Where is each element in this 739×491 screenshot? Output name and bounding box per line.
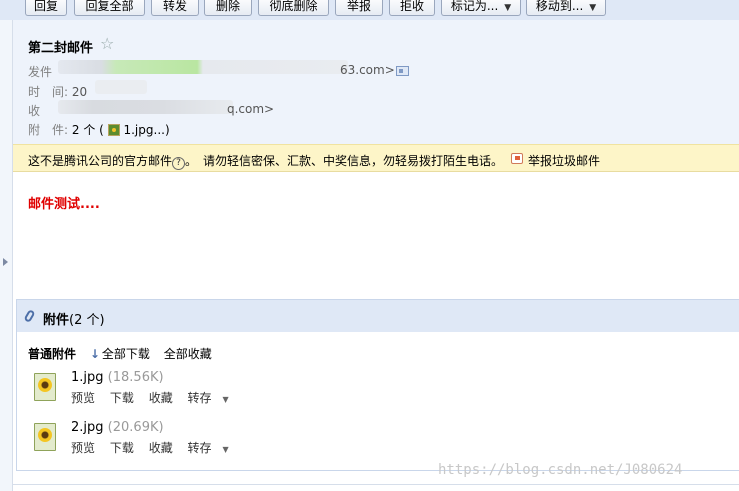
normal-attachments-label: 普通附件 <box>28 347 77 361</box>
chevron-down-icon: ▼ <box>589 3 597 13</box>
chevron-down-icon: ▼ <box>222 395 229 404</box>
from-value: 63.com> <box>340 63 395 77</box>
redacted-time <box>95 80 147 94</box>
attachments-subheader: 普通附件 ↓ 全部下载 全部收藏 <box>28 345 212 362</box>
attachment-file-2[interactable]: 2.jpg (20.69K) <box>71 420 164 435</box>
file-name[interactable]: 2.jpg <box>71 420 104 435</box>
preview-link[interactable]: 预览 <box>71 441 95 455</box>
image-thumb-icon <box>107 124 120 136</box>
bottom-divider <box>13 484 739 485</box>
redacted-recipient <box>58 100 233 114</box>
to-row: 收 <box>28 102 40 119</box>
reply-all-button[interactable]: 回复全部 <box>74 0 145 16</box>
from-label: 发件 <box>28 65 53 79</box>
to-label: 收 <box>28 104 41 118</box>
file-actions-2: 预览 下载 收藏 转存 ▼ <box>71 439 251 456</box>
warning-part2: 。 请勿轻信密保、汇款、中奖信息，勿轻易拨打陌生电话。 <box>185 154 504 168</box>
paperclip-icon <box>23 309 36 323</box>
move-to-label: 移动到... <box>535 0 584 13</box>
save-link[interactable]: 收藏 <box>149 441 173 455</box>
mark-as-dropdown[interactable]: 标记为... ▼ <box>441 0 521 16</box>
attachment-label: 附 件: <box>28 123 69 137</box>
save-link[interactable]: 收藏 <box>149 391 173 405</box>
file-name[interactable]: 1.jpg <box>71 370 104 385</box>
sidebar-collapse-strip[interactable] <box>0 20 13 491</box>
forward-save-label: 转存 <box>187 391 212 405</box>
image-file-icon[interactable] <box>34 423 56 451</box>
attachments-title-count: (2 个) <box>69 313 105 328</box>
file-size: (20.69K) <box>107 420 164 435</box>
time-label: 时 间: <box>28 85 69 99</box>
download-arrow-icon: ↓ <box>89 347 100 361</box>
forward-save-label: 转存 <box>187 441 212 455</box>
attachment-row: 附 件: 2 个 ( 1.jpg...) <box>28 121 170 138</box>
star-icon[interactable]: ☆ <box>100 34 114 53</box>
forward-save-dropdown[interactable]: 转存 ▼ <box>188 441 240 455</box>
time-value: 20 <box>71 85 88 99</box>
report-spam-link[interactable]: 举报垃圾邮件 <box>528 152 600 169</box>
contact-card-icon[interactable] <box>396 66 409 76</box>
expand-arrow-icon[interactable] <box>3 258 8 266</box>
delete-permanently-button[interactable]: 彻底删除 <box>258 0 329 16</box>
attachment-link[interactable]: 1.jpg...) <box>123 123 169 137</box>
move-to-dropdown[interactable]: 移动到... ▼ <box>526 0 606 16</box>
save-all-link[interactable]: 全部收藏 <box>164 347 212 361</box>
reply-button[interactable]: 回复 <box>25 0 67 16</box>
redacted-sender <box>58 60 348 74</box>
time-row: 时 间: 20 <box>28 83 87 100</box>
reject-button[interactable]: 拒收 <box>389 0 435 16</box>
forward-button[interactable]: 转发 <box>151 0 199 16</box>
download-link[interactable]: 下载 <box>110 391 134 405</box>
warning-part1: 这不是腾讯公司的官方邮件 <box>28 154 173 168</box>
mark-as-label: 标记为... <box>450 0 499 13</box>
preview-link[interactable]: 预览 <box>71 391 95 405</box>
download-all-link[interactable]: 全部下载 <box>102 347 150 361</box>
attachments-header: 附件(2 个) <box>17 300 739 332</box>
attachments-title-label: 附件 <box>43 313 70 328</box>
to-value: q.com> <box>227 102 275 116</box>
delete-button[interactable]: 删除 <box>204 0 252 16</box>
file-size: (18.56K) <box>107 370 164 385</box>
help-icon[interactable]: ? <box>172 157 186 170</box>
from-row: 发件 <box>28 63 52 80</box>
attachment-count: 2 个 ( <box>71 123 104 137</box>
report-spam-icon[interactable] <box>511 153 523 164</box>
attachments-panel: 附件(2 个) 普通附件 ↓ 全部下载 全部收藏 1.jpg (18.56K) 预… <box>16 299 739 471</box>
sunflower-thumbnail <box>38 428 52 442</box>
attachment-file-1[interactable]: 1.jpg (18.56K) <box>71 370 164 385</box>
from-domain: 63.com> <box>340 63 395 77</box>
chevron-down-icon: ▼ <box>504 3 512 13</box>
chevron-down-icon: ▼ <box>222 445 229 454</box>
mail-body-text: 邮件测试.... <box>28 197 100 212</box>
report-button[interactable]: 举报 <box>335 0 383 16</box>
mail-subject: 第二封邮件 <box>28 41 94 56</box>
sunflower-thumbnail <box>38 378 52 392</box>
attachments-title: 附件(2 个) <box>43 309 105 328</box>
warning-text: 这不是腾讯公司的官方邮件?。 请勿轻信密保、汇款、中奖信息，勿轻易拨打陌生电话。 <box>28 152 503 170</box>
image-file-icon[interactable] <box>34 373 56 401</box>
download-link[interactable]: 下载 <box>110 441 134 455</box>
security-warning-bar: 这不是腾讯公司的官方邮件?。 请勿轻信密保、汇款、中奖信息，勿轻易拨打陌生电话。… <box>13 144 739 172</box>
mail-toolbar: 回复 回复全部 转发 删除 彻底删除 举报 拒收 标记为... ▼ 移动到... ▼ <box>0 0 739 20</box>
watermark: https://blog.csdn.net/J080624 <box>438 462 683 478</box>
forward-save-dropdown[interactable]: 转存 ▼ <box>188 391 240 405</box>
to-domain: q.com> <box>227 102 274 116</box>
file-actions-1: 预览 下载 收藏 转存 ▼ <box>71 389 251 406</box>
mail-header: 第二封邮件 ☆ 发件 63.com> 时 间: 20 收 q.com> 附 件:… <box>13 20 739 144</box>
